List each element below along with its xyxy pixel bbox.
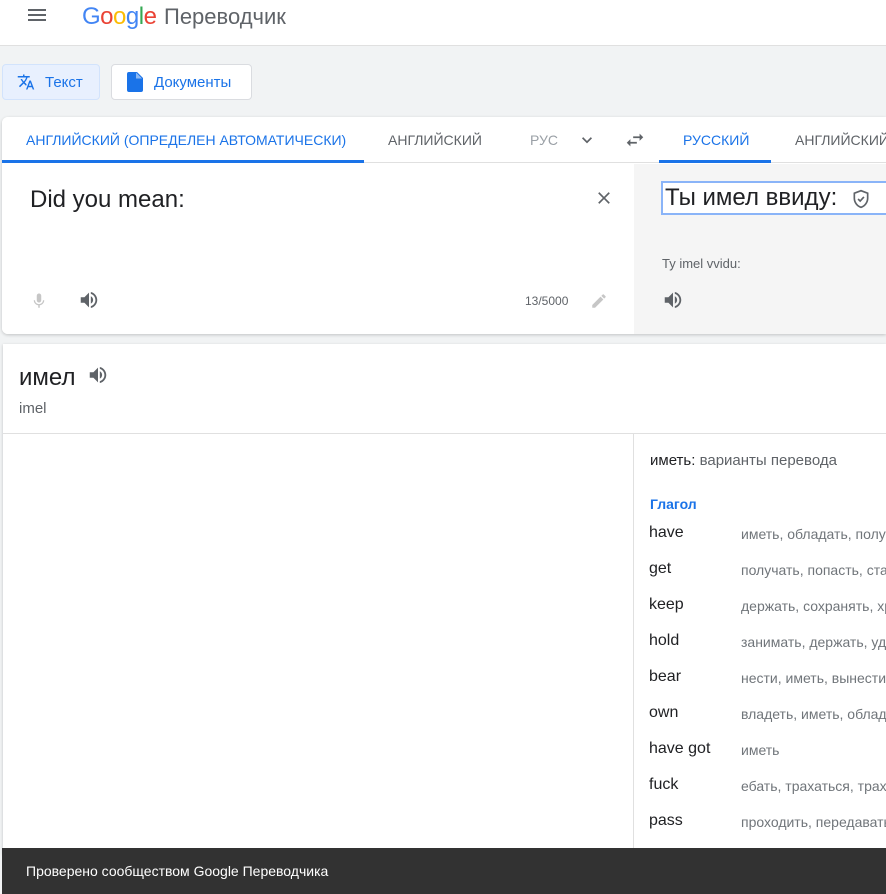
app-name: Переводчик [164, 4, 286, 29]
logo-letter: g [125, 3, 139, 30]
tab-detect-language[interactable]: Английский (определен автоматически) [2, 117, 364, 163]
tab-target-russian[interactable]: Русский [659, 117, 771, 163]
pencil-icon[interactable] [590, 292, 608, 310]
variant-word: pass [649, 812, 683, 829]
variant-word: own [649, 704, 679, 721]
swap-languages-icon[interactable] [624, 129, 646, 151]
part-of-speech: Глагол [650, 496, 697, 512]
variant-row[interactable]: have иметь, обладать, получать [634, 518, 886, 554]
translate-page: Google Переводчик Текст Документы Англий… [0, 0, 886, 894]
variant-word: hold [649, 632, 680, 649]
variant-translations: нести, иметь, вынести [741, 670, 886, 686]
google-logo[interactable]: Google [82, 3, 157, 31]
variant-row[interactable]: own владеть, иметь, обладать [634, 698, 886, 734]
speaker-icon[interactable] [662, 289, 684, 311]
variants-list: have иметь, обладать, получать get получат… [634, 518, 886, 842]
variant-row[interactable]: get получать, попасть, стать [634, 554, 886, 590]
target-text: Ты имел ввиду: [665, 184, 838, 211]
logo-letter: o [113, 3, 126, 30]
variants-title: иметь: варианты перевода [650, 452, 837, 469]
source-text-input[interactable]: Did you mean: [30, 186, 185, 214]
dictionary-left-panel [3, 434, 633, 854]
logo-letter: e [143, 3, 157, 30]
speaker-icon[interactable] [78, 289, 100, 311]
app-header: Google Переводчик [0, 0, 886, 46]
variant-translations: занимать, держать, удерживать [741, 634, 886, 650]
language-bar: Английский (определен автоматически) Анг… [2, 117, 886, 163]
tab-source-english[interactable]: Английский [388, 117, 482, 163]
microphone-icon[interactable] [30, 290, 48, 312]
dictionary-word-transliteration: imel [19, 400, 47, 417]
variant-word: fuck [649, 776, 679, 793]
variant-translations: иметь [741, 742, 780, 758]
tab-source-russian[interactable]: Рус [530, 117, 560, 163]
translate-icon [17, 73, 35, 91]
variant-row[interactable]: pass проходить, передавать [634, 806, 886, 842]
target-transliteration: Ty imel vvidu: [662, 256, 741, 271]
mode-bar: Текст Документы [0, 47, 886, 117]
variant-row[interactable]: have got иметь [634, 734, 886, 770]
text-mode-button[interactable]: Текст [2, 64, 100, 100]
clear-icon[interactable] [594, 188, 614, 208]
documents-mode-label: Документы [154, 73, 232, 91]
source-pane: Did you mean: 13/5000 [2, 164, 634, 334]
variant-word: have got [649, 740, 711, 757]
logo-letter: G [82, 3, 101, 30]
document-icon [126, 72, 144, 92]
variants-title-word: иметь: [650, 452, 696, 469]
translator-card: Английский (определен автоматически) Анг… [2, 117, 886, 334]
variants-title-rest: варианты перевода [699, 452, 837, 469]
variant-translations: получать, попасть, стать [741, 562, 886, 578]
translation-variants-panel: иметь: варианты перевода Глагол have имет… [633, 434, 886, 854]
variant-translations: держать, сохранять, хранить [741, 598, 886, 614]
speaker-icon[interactable] [87, 364, 109, 386]
variant-translations: владеть, иметь, обладать [741, 706, 886, 722]
target-text-box[interactable]: Ты имел ввиду: [661, 181, 886, 215]
variant-row[interactable]: hold занимать, держать, удерживать [634, 626, 886, 662]
variant-translations: иметь, обладать, получать [741, 526, 886, 542]
variant-translations: проходить, передавать [741, 814, 886, 830]
variant-row[interactable]: fuck ебать, трахаться, трахать [634, 770, 886, 806]
dictionary-word: имел [19, 364, 76, 391]
variant-word: keep [649, 596, 684, 613]
variant-word: get [649, 560, 672, 577]
variant-row[interactable]: keep держать, сохранять, хранить [634, 590, 886, 626]
variant-word: bear [649, 668, 682, 685]
target-pane: Ты имел ввиду: Ty imel vvidu: [634, 164, 886, 334]
tab-target-english[interactable]: Английский [795, 117, 886, 163]
community-verified-toast: Проверено сообществом Google Переводчика [2, 848, 886, 894]
logo-letter: o [100, 3, 114, 30]
variant-word: have [649, 524, 684, 541]
menu-icon[interactable] [28, 7, 48, 23]
chevron-down-icon[interactable] [577, 130, 597, 150]
shield-check-icon[interactable] [851, 188, 871, 210]
character-counter: 13/5000 [525, 294, 569, 308]
variant-translations: ебать, трахаться, трахать [741, 778, 886, 794]
variant-row[interactable]: bear нести, иметь, вынести [634, 662, 886, 698]
text-mode-label: Текст [45, 73, 83, 91]
documents-mode-button[interactable]: Документы [111, 64, 252, 100]
dictionary-card: имел imel иметь: варианты перевода Глаго… [3, 344, 886, 854]
